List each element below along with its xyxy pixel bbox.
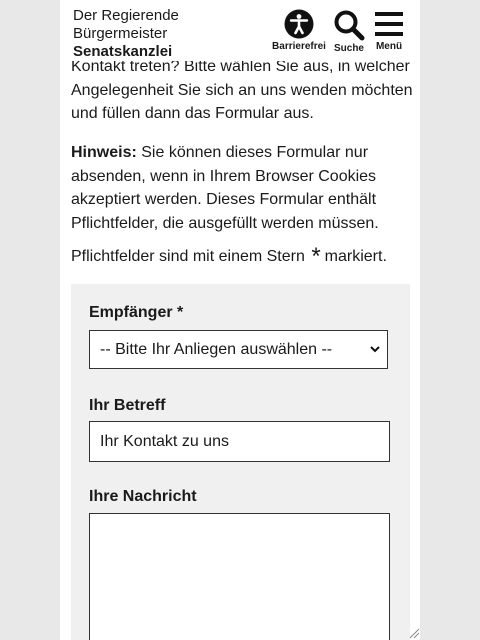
search-icon: [334, 10, 365, 41]
menu-button[interactable]: Menü: [373, 9, 405, 52]
message-textarea[interactable]: [89, 513, 390, 640]
recipient-label: Empfänger *: [89, 304, 184, 321]
required-star: *: [311, 243, 321, 270]
site-logo[interactable]: Der Regierende Bürgermeister Senatskanzl…: [73, 7, 179, 61]
required-note-end: markiert.: [324, 248, 387, 265]
barrierefrei-label: Barrierefrei: [272, 41, 326, 52]
menu-label: Menü: [375, 41, 403, 52]
chevron-down-icon: [370, 346, 380, 353]
suche-label: Suche: [333, 43, 364, 54]
hamburger-menu-icon: [375, 12, 403, 36]
barrierefrei-button[interactable]: Barrierefrei: [270, 9, 328, 52]
site-header: Der Regierende Bürgermeister Senatskanzl…: [60, 0, 420, 61]
hint-label: Hinweis:: [71, 144, 137, 161]
intro-paragraph: Kontakt treten? Bitte wählen Sie aus, in…: [71, 58, 413, 122]
accessibility-icon: [284, 9, 314, 39]
logo-line-2: Bürgermeister: [73, 25, 168, 42]
logo-line-3: Senatskanzlei: [73, 43, 173, 60]
message-label: Ihre Nachricht: [89, 488, 197, 505]
recipient-select-value: -- Bitte Ihr Anliegen auswählen --: [100, 341, 333, 358]
hint-paragraph: Hinweis: Sie können dieses Formular nur …: [71, 141, 416, 235]
logo-line-1: Der Regierende: [73, 7, 179, 24]
subject-label: Ihr Betreff: [89, 397, 166, 414]
subject-input[interactable]: Ihr Kontakt zu uns: [89, 421, 390, 462]
recipient-select[interactable]: -- Bitte Ihr Anliegen auswählen --: [89, 330, 388, 369]
contact-form: Empfänger * -- Bitte Ihr Anliegen auswäh…: [71, 284, 410, 640]
required-note: Pflichtfelder sind mit einem Stern * mark…: [71, 242, 387, 269]
required-note-text: Pflichtfelder sind mit einem Stern: [71, 248, 305, 265]
suche-button[interactable]: Suche: [332, 9, 366, 54]
resize-handle-icon[interactable]: [408, 627, 420, 639]
page: Kontakt treten? Bitte wählen Sie aus, in…: [60, 0, 420, 640]
